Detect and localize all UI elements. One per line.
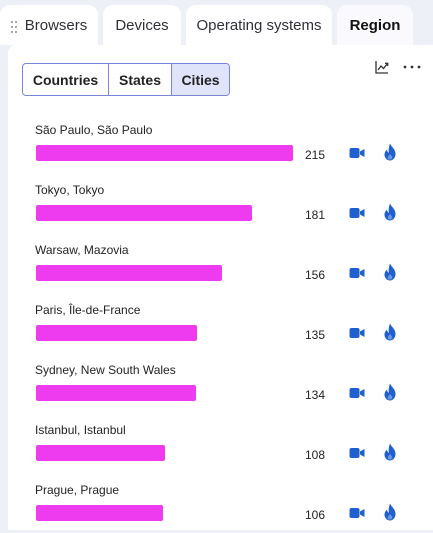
city-label: Prague, Prague bbox=[35, 483, 120, 497]
flame-icon[interactable] bbox=[383, 383, 397, 401]
city-row[interactable]: Tokyo, Tokyo 181 bbox=[35, 183, 405, 233]
video-camera-icon[interactable] bbox=[349, 445, 365, 461]
more-horizontal-icon[interactable] bbox=[402, 59, 422, 75]
segment-states[interactable]: States bbox=[108, 64, 171, 95]
segment-label: Countries bbox=[32, 71, 99, 88]
flame-icon[interactable] bbox=[383, 503, 397, 521]
segment-cities[interactable]: Cities bbox=[171, 64, 229, 95]
video-camera-icon[interactable] bbox=[349, 505, 365, 521]
city-row[interactable]: Istanbul, Istanbul 108 bbox=[35, 423, 405, 473]
city-label: Sydney, New South Wales bbox=[35, 363, 176, 377]
city-label: Paris, Île-de-France bbox=[35, 303, 141, 317]
tab-label: Devices bbox=[115, 16, 169, 34]
city-bar bbox=[36, 385, 196, 401]
city-row[interactable]: Sydney, New South Wales 134 bbox=[35, 363, 405, 413]
video-camera-icon[interactable] bbox=[349, 145, 365, 161]
city-row[interactable]: São Paulo, São Paulo 215 bbox=[35, 123, 405, 173]
city-count: 135 bbox=[305, 328, 326, 342]
segment-countries[interactable]: Countries bbox=[23, 64, 108, 95]
city-bar bbox=[36, 145, 293, 161]
city-bar bbox=[36, 325, 197, 341]
video-camera-icon[interactable] bbox=[349, 205, 365, 221]
city-count: 156 bbox=[305, 268, 326, 282]
city-row[interactable]: Warsaw, Mazovia 156 bbox=[35, 243, 405, 293]
city-bar bbox=[36, 205, 252, 221]
flame-icon[interactable] bbox=[383, 143, 397, 161]
video-camera-icon[interactable] bbox=[349, 325, 365, 341]
city-bar bbox=[36, 445, 165, 461]
flame-icon[interactable] bbox=[383, 443, 397, 461]
flame-icon[interactable] bbox=[383, 203, 397, 221]
flame-icon[interactable] bbox=[383, 263, 397, 281]
city-row[interactable]: Paris, Île-de-France 135 bbox=[35, 303, 405, 353]
scope-segmented-control: Countries States Cities bbox=[22, 63, 230, 96]
tab-label: Region bbox=[349, 16, 401, 34]
tab-label: Browsers bbox=[24, 16, 88, 34]
city-bar bbox=[36, 505, 163, 521]
city-label: São Paulo, São Paulo bbox=[35, 123, 153, 137]
city-label: Warsaw, Mazovia bbox=[35, 243, 129, 257]
city-count: 215 bbox=[305, 148, 326, 162]
tab-operating-systems[interactable]: Operating systems bbox=[186, 5, 332, 45]
video-camera-icon[interactable] bbox=[349, 385, 365, 401]
flame-icon[interactable] bbox=[383, 323, 397, 341]
tab-label: Operating systems bbox=[196, 16, 322, 34]
segment-label: States bbox=[118, 71, 162, 88]
tab-region[interactable]: Region bbox=[337, 5, 413, 45]
region-panel: Countries States Cities São Paulo, São P… bbox=[8, 45, 433, 530]
tab-browsers[interactable]: Browsers bbox=[0, 5, 98, 45]
city-label: Istanbul, Istanbul bbox=[35, 423, 126, 437]
city-label: Tokyo, Tokyo bbox=[35, 183, 105, 197]
drag-handle-icon[interactable] bbox=[11, 21, 19, 33]
city-bar bbox=[36, 265, 222, 281]
city-row[interactable]: Prague, Prague 106 bbox=[35, 483, 405, 533]
region-tabs: Browsers Devices Operating systems Regio… bbox=[0, 5, 433, 45]
city-count: 181 bbox=[305, 208, 326, 222]
tab-devices[interactable]: Devices bbox=[103, 5, 181, 45]
city-count: 106 bbox=[305, 508, 326, 522]
video-camera-icon[interactable] bbox=[349, 265, 365, 281]
city-count: 134 bbox=[305, 388, 326, 402]
segment-label: Cities bbox=[181, 71, 220, 88]
line-chart-icon[interactable] bbox=[374, 59, 390, 75]
city-count: 108 bbox=[305, 448, 326, 462]
